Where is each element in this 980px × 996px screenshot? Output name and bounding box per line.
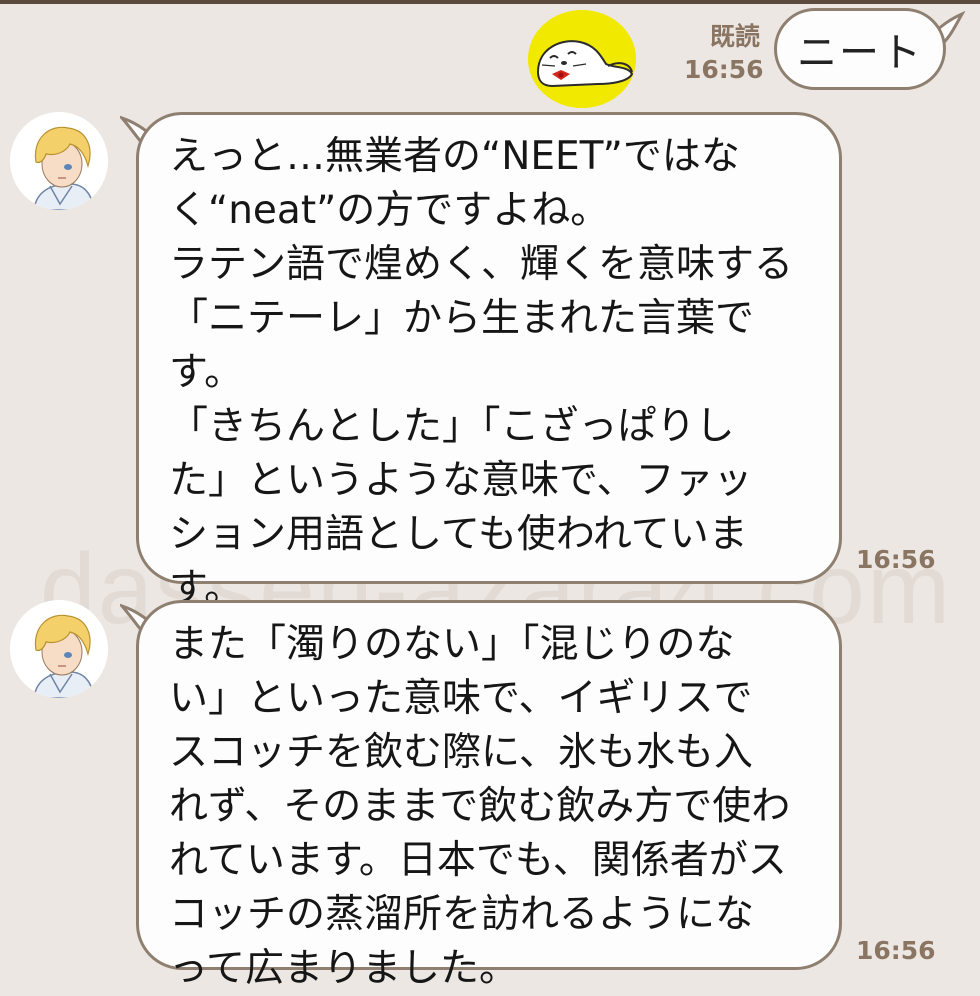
blond-boy-avatar-icon — [10, 112, 108, 210]
top-border — [0, 0, 980, 4]
message-time: 16:56 — [856, 545, 936, 574]
seal-sticker-icon[interactable] — [528, 10, 636, 108]
message-time: 16:56 — [684, 55, 764, 84]
outgoing-message-bubble[interactable]: ニート — [774, 8, 946, 90]
read-label: 既読 — [709, 22, 760, 51]
outgoing-message-text: ニート — [797, 30, 923, 76]
sender-avatar[interactable] — [10, 112, 108, 210]
sender-avatar[interactable] — [10, 600, 108, 698]
message-time: 16:56 — [856, 936, 936, 965]
blond-boy-avatar-icon — [10, 600, 108, 698]
incoming-message-bubble[interactable]: えっと…無業者の“NEET”ではな く“neat”の方ですよね。 ラテン語で煌め… — [136, 112, 842, 611]
incoming-message-bubble[interactable]: また「濁りのない」「混じりのな い」といった意味で、イギリスで スコッチを飲む際… — [136, 600, 842, 991]
incoming-message-text: えっと…無業者の“NEET”ではな く“neat”の方ですよね。 ラテン語で煌め… — [169, 134, 794, 611]
incoming-message-text: また「濁りのない」「混じりのな い」といった意味で、イギリスで スコッチを飲む際… — [169, 622, 791, 991]
read-receipt: 既読 16:56 — [684, 20, 764, 86]
